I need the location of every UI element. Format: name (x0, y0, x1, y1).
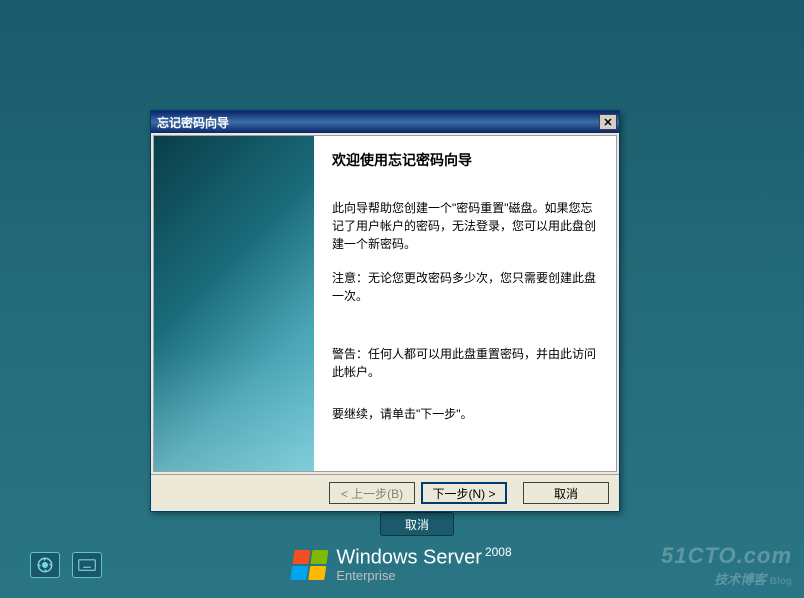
accessibility-buttons (30, 552, 102, 578)
wizard-sidebar-image (154, 136, 314, 471)
ease-of-access-icon (36, 556, 54, 574)
wizard-heading: 欢迎使用忘记密码向导 (332, 150, 598, 171)
close-button[interactable]: ✕ (599, 114, 617, 130)
back-button: < 上一步(B) (329, 482, 415, 504)
watermark-subtitle: 技术博客 (714, 572, 766, 587)
brand-windows: Windows (336, 547, 417, 569)
background-cancel-button[interactable]: 取消 (380, 512, 454, 536)
cancel-button[interactable]: 取消 (523, 482, 609, 504)
windows-branding: Windows Server2008 Enterprise (292, 546, 511, 583)
close-icon: ✕ (603, 116, 612, 129)
wizard-content: 欢迎使用忘记密码向导 此向导帮助您创建一个"密码重置"磁盘。如果您忘记了用户帐户… (314, 136, 616, 471)
brand-edition: Enterprise (336, 569, 511, 583)
wizard-footer: < 上一步(B) 下一步(N) > 取消 (151, 474, 619, 511)
watermark-url: 51CTO.com (661, 543, 792, 569)
wizard-para-note: 注意：无论您更改密码多少次，您只需要创建此盘一次。 (332, 269, 598, 305)
keyboard-icon (78, 558, 96, 572)
wizard-dialog: 忘记密码向导 ✕ 欢迎使用忘记密码向导 此向导帮助您创建一个"密码重置"磁盘。如… (150, 110, 620, 512)
brand-text: Windows Server2008 Enterprise (336, 546, 511, 583)
brand-server: Server (423, 547, 482, 569)
titlebar: 忘记密码向导 ✕ (151, 111, 619, 133)
watermark-blog: Blog (770, 576, 792, 587)
on-screen-keyboard-button[interactable] (72, 552, 102, 578)
dialog-title: 忘记密码向导 (157, 114, 599, 131)
wizard-para-warning: 警告：任何人都可以用此盘重置密码，并由此访问此帐户。 (332, 345, 598, 381)
windows-logo-icon (290, 550, 328, 580)
wizard-para-description: 此向导帮助您创建一个"密码重置"磁盘。如果您忘记了用户帐户的密码，无法登录，您可… (332, 199, 598, 253)
next-button[interactable]: 下一步(N) > (421, 482, 507, 504)
wizard-para-continue: 要继续，请单击"下一步"。 (332, 405, 598, 423)
dialog-body: 欢迎使用忘记密码向导 此向导帮助您创建一个"密码重置"磁盘。如果您忘记了用户帐户… (153, 135, 617, 472)
brand-year: 2008 (485, 545, 512, 559)
watermark: 51CTO.com 技术博客 Blog (661, 543, 792, 588)
ease-of-access-button[interactable] (30, 552, 60, 578)
